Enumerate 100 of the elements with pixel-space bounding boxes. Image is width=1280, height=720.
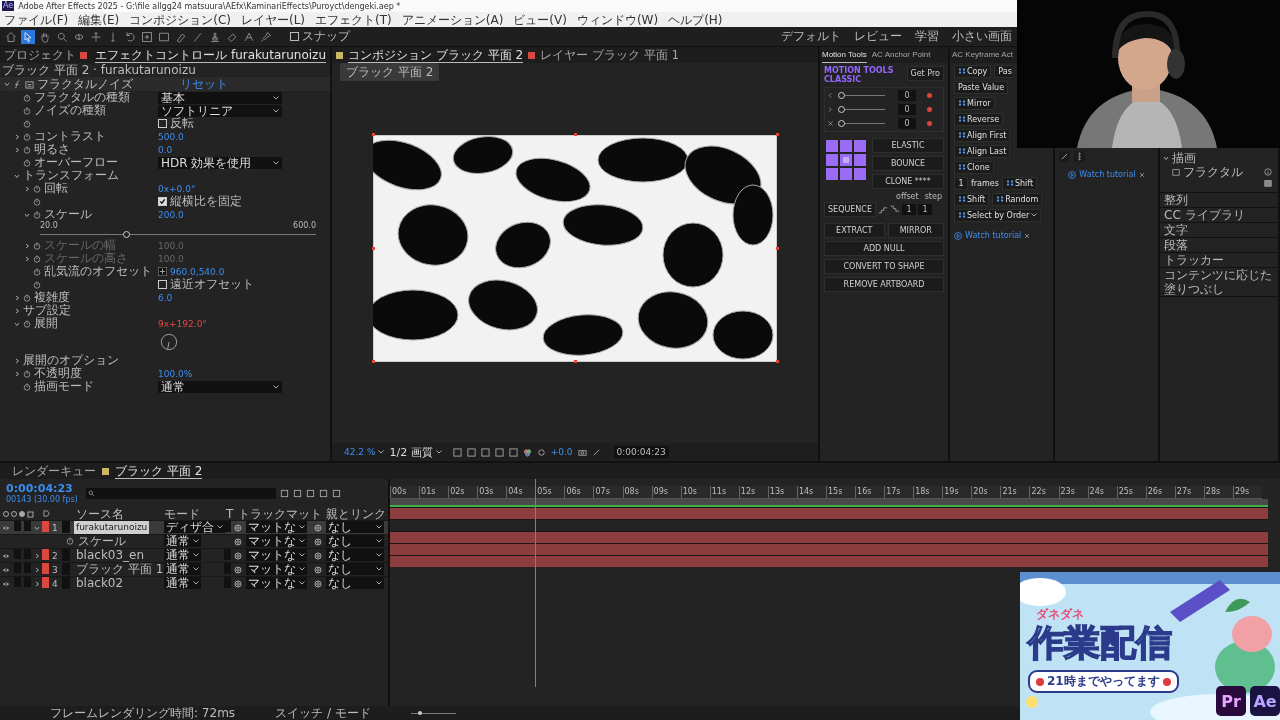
column-header[interactable]: ソース名 <box>76 507 124 521</box>
pin-tool-icon[interactable] <box>259 29 273 44</box>
stopwatch-icon[interactable] <box>66 537 74 545</box>
column-header[interactable]: 親とリンク <box>326 507 386 521</box>
slider-thumb[interactable] <box>838 106 845 113</box>
slider-thumb[interactable] <box>122 231 130 238</box>
workspace-tab[interactable]: デフォルト <box>781 28 841 45</box>
settings-icon[interactable] <box>536 447 546 457</box>
panel-tab[interactable]: コンポジション ブラック 平面 2 <box>348 47 524 63</box>
stopwatch-icon[interactable] <box>23 382 31 391</box>
preserve-transparency-switch[interactable] <box>224 521 231 532</box>
menu-item[interactable]: ヘルプ(H) <box>668 12 723 27</box>
close-icon[interactable] <box>1024 232 1031 239</box>
mode-dropdown[interactable]: ディザ合 <box>164 521 225 533</box>
snap-checkbox[interactable] <box>290 32 299 41</box>
close-icon[interactable] <box>1138 171 1145 178</box>
stopwatch-icon[interactable] <box>23 369 31 378</box>
link-icon[interactable] <box>591 447 601 457</box>
home-tool-icon[interactable] <box>4 29 18 44</box>
column-header[interactable]: モード <box>164 507 200 521</box>
panel-tab[interactable]: プロジェクト <box>4 47 76 63</box>
panel-list-item[interactable]: 段落 <box>1160 238 1278 253</box>
keyframe-icon[interactable] <box>927 93 932 98</box>
stopwatch-icon[interactable] <box>23 319 31 328</box>
ease-button[interactable]: ELASTIC <box>872 138 944 153</box>
color-icon[interactable] <box>522 447 532 457</box>
panel-tab[interactable]: ブラック 平面 2 <box>115 463 203 479</box>
mode-dropdown[interactable]: 通常 <box>164 549 201 561</box>
panel-tab[interactable]: レンダーキュー <box>12 463 96 479</box>
lock-switch[interactable] <box>24 521 31 531</box>
stopwatch-icon[interactable] <box>33 184 41 193</box>
checkbox[interactable] <box>158 197 167 206</box>
mode-dropdown[interactable]: 通常 <box>164 535 201 547</box>
panel-tab[interactable]: レイヤー ブラック 平面 1 <box>540 47 680 63</box>
select-tool-icon[interactable] <box>21 29 35 44</box>
angle-dial[interactable] <box>160 333 178 351</box>
stairs-icon[interactable] <box>889 205 900 214</box>
solo-switch[interactable] <box>14 521 21 531</box>
stopwatch-icon[interactable] <box>23 293 31 302</box>
work-area-bar[interactable] <box>390 499 1268 507</box>
property-value[interactable]: 500.0 <box>158 131 184 142</box>
ease-value-field[interactable]: 0 <box>898 104 916 115</box>
tool-button[interactable]: ADD NULL <box>824 241 944 256</box>
label-color-swatch[interactable] <box>42 549 49 560</box>
track-matte-dropdown[interactable]: マットな <box>246 549 307 561</box>
select-by-order-dropdown[interactable]: Select by Order <box>954 208 1042 222</box>
ease-value-field[interactable]: 0 <box>898 118 916 129</box>
property-value[interactable]: 0x+0.0° <box>158 183 196 194</box>
tool-button[interactable]: MIRROR <box>887 223 944 238</box>
layer-name[interactable]: black02 <box>74 577 126 590</box>
label-color-swatch[interactable] <box>42 521 49 532</box>
stopwatch-icon[interactable] <box>33 210 41 219</box>
property-value[interactable]: 960.0,540.0 <box>170 266 225 277</box>
menu-item[interactable]: ファイル(F) <box>4 12 69 27</box>
ease-button[interactable]: CLONE **** <box>872 174 944 189</box>
sequence-button[interactable]: SEQUENCE <box>824 202 876 217</box>
panel-tab[interactable]: AC Anchor Point <box>871 47 931 63</box>
play-icon[interactable] <box>1068 170 1077 179</box>
camera-icon[interactable] <box>577 447 587 457</box>
search-field[interactable] <box>85 487 276 499</box>
reset-link[interactable]: リセット <box>180 75 228 93</box>
stairs-icon[interactable] <box>877 205 888 214</box>
stopwatch-icon[interactable] <box>23 93 31 102</box>
menu-item[interactable]: レイヤー(L) <box>240 12 306 27</box>
keyframe-action-button[interactable]: Clone <box>954 160 994 174</box>
paste-value-button[interactable]: Paste Value <box>954 80 1009 94</box>
crosshair-icon[interactable] <box>158 267 167 276</box>
shift-button[interactable]: Shift <box>1001 176 1038 190</box>
resolution-dropdown[interactable]: 1/2 画質 <box>389 444 442 460</box>
stopwatch-icon[interactable] <box>23 145 31 154</box>
parent-dropdown[interactable]: なし <box>326 577 384 589</box>
get-pro-button[interactable]: Get Pro <box>906 66 944 81</box>
selection-handle[interactable] <box>775 360 779 363</box>
watch-tutorial-link[interactable]: Watch tutorial <box>1079 170 1136 179</box>
parent-dropdown[interactable]: なし <box>326 535 384 547</box>
zoom-dropdown[interactable]: 42.2 % <box>344 447 385 457</box>
menu-item[interactable]: アニメーション(A) <box>401 12 504 27</box>
panel-list-item[interactable]: 整列 <box>1160 193 1278 208</box>
property-name[interactable]: スケール <box>78 535 126 548</box>
selection-handle[interactable] <box>775 133 779 136</box>
pan-tool-icon[interactable] <box>89 29 103 44</box>
menu-item[interactable]: ウィンドウ(W) <box>576 12 659 27</box>
selection-handle[interactable] <box>371 246 375 250</box>
keyframe-action-button[interactable]: Mirror <box>954 96 995 110</box>
stopwatch-icon[interactable] <box>23 132 31 141</box>
slider-thumb[interactable] <box>838 92 845 99</box>
info-icon[interactable] <box>1264 168 1272 176</box>
selection-handle[interactable] <box>573 133 577 136</box>
property-dropdown[interactable]: ソフトリニア <box>158 104 282 117</box>
column-header[interactable]: トラックマット <box>238 507 322 521</box>
frames-field[interactable]: 1 <box>954 176 968 190</box>
panel-list-item[interactable]: 文字 <box>1160 223 1278 238</box>
stopwatch-icon[interactable] <box>23 158 31 167</box>
property-dropdown[interactable]: 通常 <box>158 380 282 393</box>
workspace-tab[interactable]: 学習 <box>915 28 939 45</box>
track-matte-dropdown[interactable]: マットな <box>246 563 307 575</box>
anchor-tool-icon[interactable] <box>140 29 154 44</box>
timecode[interactable]: 0:00:04:23 <box>6 482 78 495</box>
slider-thumb[interactable] <box>838 120 845 127</box>
property-value[interactable]: 9x+192.0° <box>158 318 207 329</box>
